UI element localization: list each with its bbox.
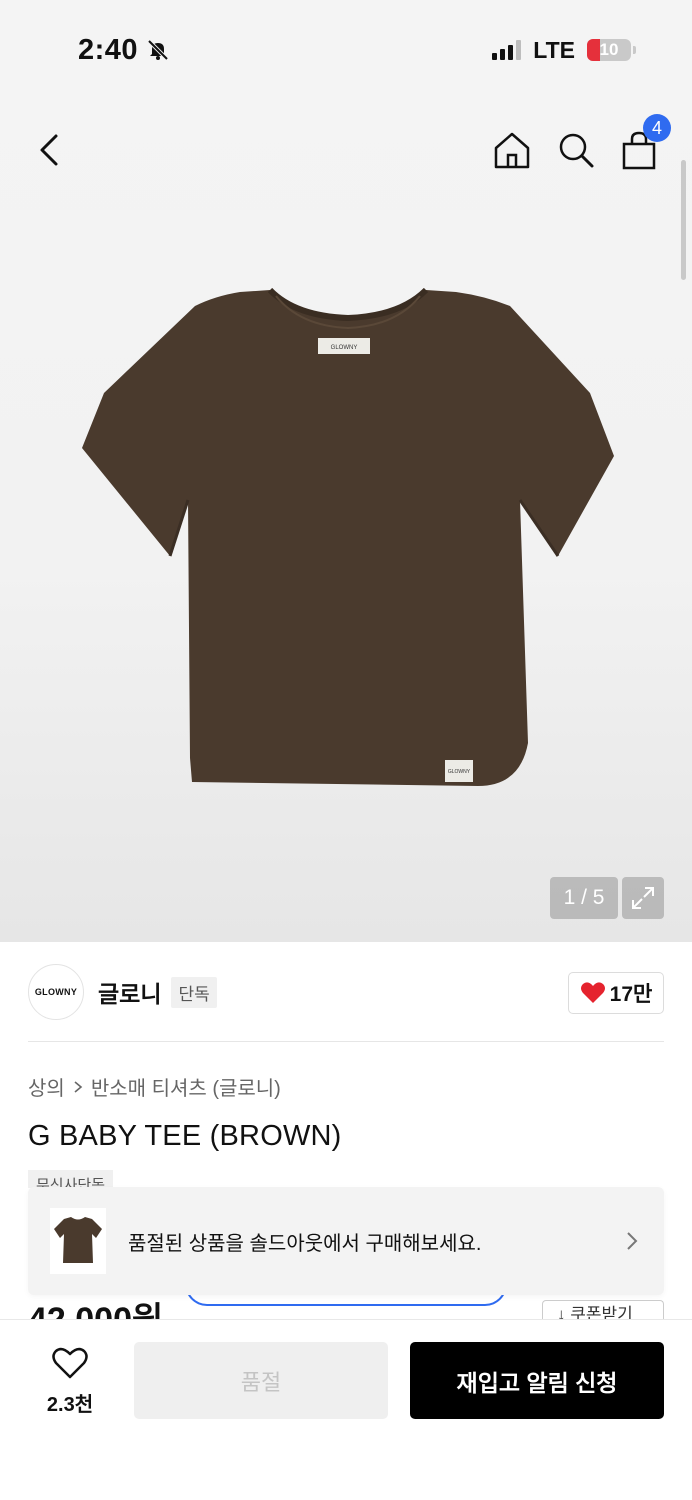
status-time: 2:40 [78,34,170,67]
silent-bell-icon [147,39,169,61]
status-bar: 2:40 LTE 10 [0,0,692,100]
price: 42,000원 [28,1301,164,1320]
chevron-right-icon [74,1080,83,1093]
wishlist-count: 2.3천 [46,1394,94,1416]
expand-icon [632,887,654,909]
product-title: G BABY TEE (BROWN) [28,1120,342,1152]
top-nav: 4 [0,114,692,180]
breadcrumb-subcategory[interactable]: 반소매 티셔츠 (글로니) [91,1072,281,1101]
carrier-label: LTE [533,36,575,63]
store-exclusive-tag: 무신사단독 [28,1170,114,1188]
home-icon[interactable] [490,128,534,172]
brand-row[interactable]: GLOWNY 글로니 단독 17만 [28,962,664,1022]
heart-outline-icon [52,1347,88,1379]
image-counter: 1 / 5 [550,877,618,919]
breadcrumb: 상의 반소매 티셔츠 (글로니) [28,1072,281,1101]
brand-name[interactable]: 글로니 [98,975,161,1009]
brand-logo[interactable]: GLOWNY [28,964,84,1020]
battery-tip [633,46,636,54]
banner-thumbnail [50,1208,106,1274]
tshirt-thumbnail-icon [54,1217,102,1263]
time-text: 2:40 [78,33,139,66]
chevron-right-icon [627,1232,638,1250]
coupon-button[interactable]: ↓ 쿠폰받기 [542,1300,664,1320]
bottom-action-bar: 2.3천 품절 재입고 알림 신청 [0,1319,692,1500]
heart-filled-icon [580,982,605,1003]
cart-count-badge: 4 [643,114,671,142]
signal-icon [492,40,522,60]
battery-icon: 10 [587,39,631,61]
divider [28,1041,664,1042]
shirt-hem-label: GLOWNY [448,769,471,775]
shirt-neck-label: GLOWNY [331,345,358,351]
breadcrumb-category[interactable]: 상의 [28,1072,65,1101]
product-image[interactable]: GLOWNY GLOWNY [80,288,618,788]
brand-like-button[interactable]: 17만 [568,972,664,1014]
battery-fill [587,39,601,61]
restock-alert-button[interactable]: 재입고 알림 신청 [410,1342,664,1419]
banner-text: 품절된 상품을 솔드아웃에서 구매해보세요. [128,1232,482,1255]
cart-button[interactable]: 4 [617,114,671,172]
soldout-suggestion-banner[interactable]: 품절된 상품을 솔드아웃에서 구매해보세요. [28,1187,664,1295]
expand-button[interactable] [622,877,664,919]
soldout-button: 품절 [134,1342,388,1419]
back-icon[interactable] [30,130,70,170]
battery-percent: 10 [599,40,619,59]
status-indicators: LTE 10 [492,37,636,64]
wishlist-button[interactable]: 2.3천 [28,1346,112,1417]
brand-like-count: 17만 [609,983,653,1006]
exclusive-badge: 단독 [171,976,217,1008]
search-icon[interactable] [554,128,598,172]
